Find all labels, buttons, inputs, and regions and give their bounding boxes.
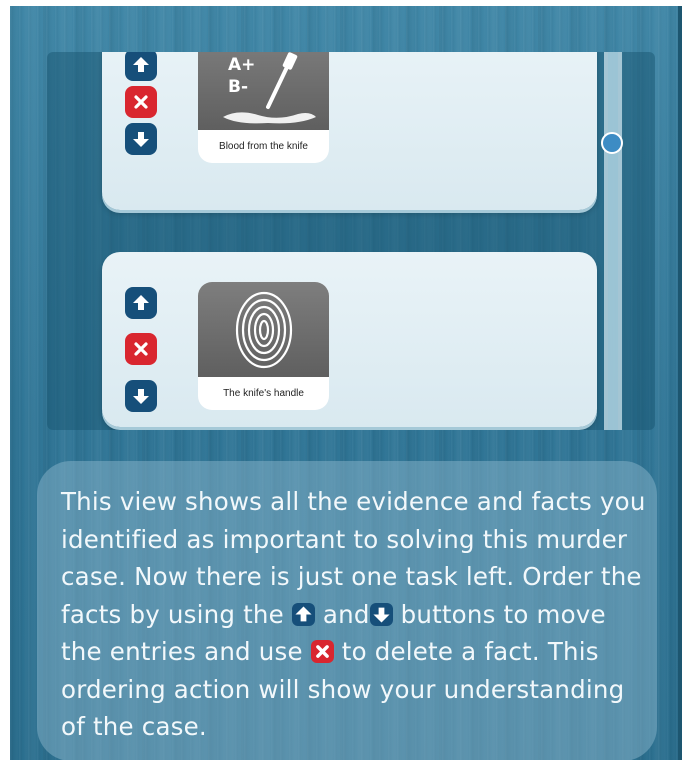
arrow-up-icon — [133, 295, 149, 310]
move-up-button[interactable] — [125, 52, 157, 81]
evidence-thumbnail[interactable]: A+ B- Blood from the knife — [198, 52, 329, 163]
fingerprint-icon — [198, 282, 329, 377]
delete-button[interactable] — [125, 86, 157, 118]
instructions-text: This view shows all the evidence and fac… — [61, 483, 651, 746]
blood-type-a-text: A+ — [228, 55, 255, 75]
blood-type-b-text: B- — [228, 77, 248, 97]
instructions-part-2: and — [322, 599, 370, 629]
close-x-icon — [134, 342, 148, 356]
delete-button[interactable] — [125, 333, 157, 365]
inline-arrow-up-icon — [291, 602, 315, 626]
evidence-card-handle: The knife's handle — [102, 252, 597, 427]
move-down-button[interactable] — [125, 123, 157, 155]
screen-edge — [678, 6, 682, 760]
blood-type-knife-icon: A+ B- — [198, 52, 329, 130]
arrow-up-icon — [133, 57, 149, 72]
evidence-label: Blood from the knife — [219, 141, 308, 152]
evidence-order-screen: A+ B- Blood from the knife The knife's h… — [10, 6, 682, 760]
arrow-down-icon — [133, 132, 149, 147]
instructions-panel: This view shows all the evidence and fac… — [37, 461, 657, 760]
move-up-button[interactable] — [125, 287, 157, 319]
scrollbar-track[interactable] — [604, 52, 622, 430]
scrollbar-thumb[interactable] — [601, 132, 623, 154]
scrollbar-groove — [608, 52, 618, 430]
arrow-down-icon — [133, 389, 149, 404]
evidence-card-blood: A+ B- Blood from the knife — [102, 52, 597, 210]
evidence-label: The knife's handle — [223, 388, 304, 399]
evidence-list-panel[interactable]: A+ B- Blood from the knife The knife's h… — [47, 52, 655, 430]
close-x-icon — [134, 95, 148, 109]
inline-close-x-icon — [310, 640, 334, 663]
evidence-thumbnail[interactable]: The knife's handle — [198, 282, 329, 410]
move-down-button[interactable] — [125, 380, 157, 412]
inline-arrow-down-icon — [369, 602, 393, 626]
